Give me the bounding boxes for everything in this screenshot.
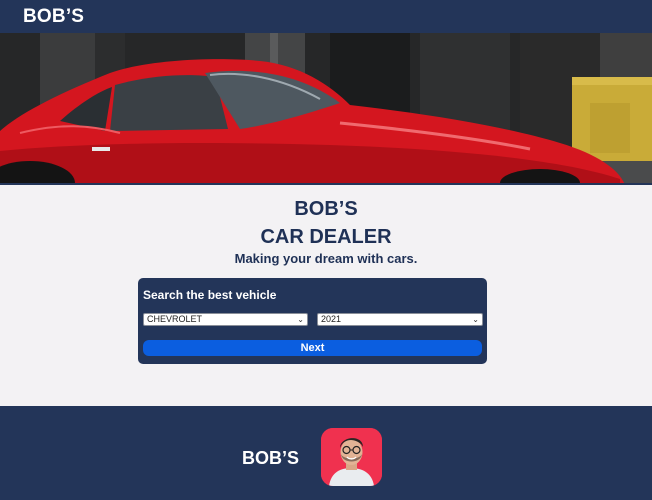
brand-logo[interactable]: BOB’S bbox=[23, 6, 84, 28]
year-select-value: 2021 bbox=[321, 314, 342, 324]
search-panel: Search the best vehicle CHEVROLET ⌄ 2021… bbox=[138, 278, 487, 364]
make-select-value: CHEVROLET bbox=[147, 314, 203, 324]
hero-title-line1: BOB’S bbox=[294, 198, 358, 220]
avatar bbox=[321, 428, 382, 486]
next-button[interactable]: Next bbox=[143, 340, 482, 356]
footer: BOB’S bbox=[0, 406, 652, 500]
search-heading: Search the best vehicle bbox=[143, 288, 277, 302]
tagline: Making your dream with cars. bbox=[234, 251, 418, 266]
make-select[interactable]: CHEVROLET ⌄ bbox=[143, 313, 308, 326]
chevron-down-icon: ⌄ bbox=[297, 315, 304, 324]
footer-brand: BOB’S bbox=[242, 448, 300, 468]
hero-image bbox=[0, 33, 652, 185]
year-select[interactable]: 2021 ⌄ bbox=[317, 313, 483, 326]
top-navbar: BOB’S bbox=[0, 0, 652, 33]
hero-title-line2: CAR DEALER bbox=[260, 226, 392, 248]
chevron-down-icon: ⌄ bbox=[472, 315, 479, 324]
